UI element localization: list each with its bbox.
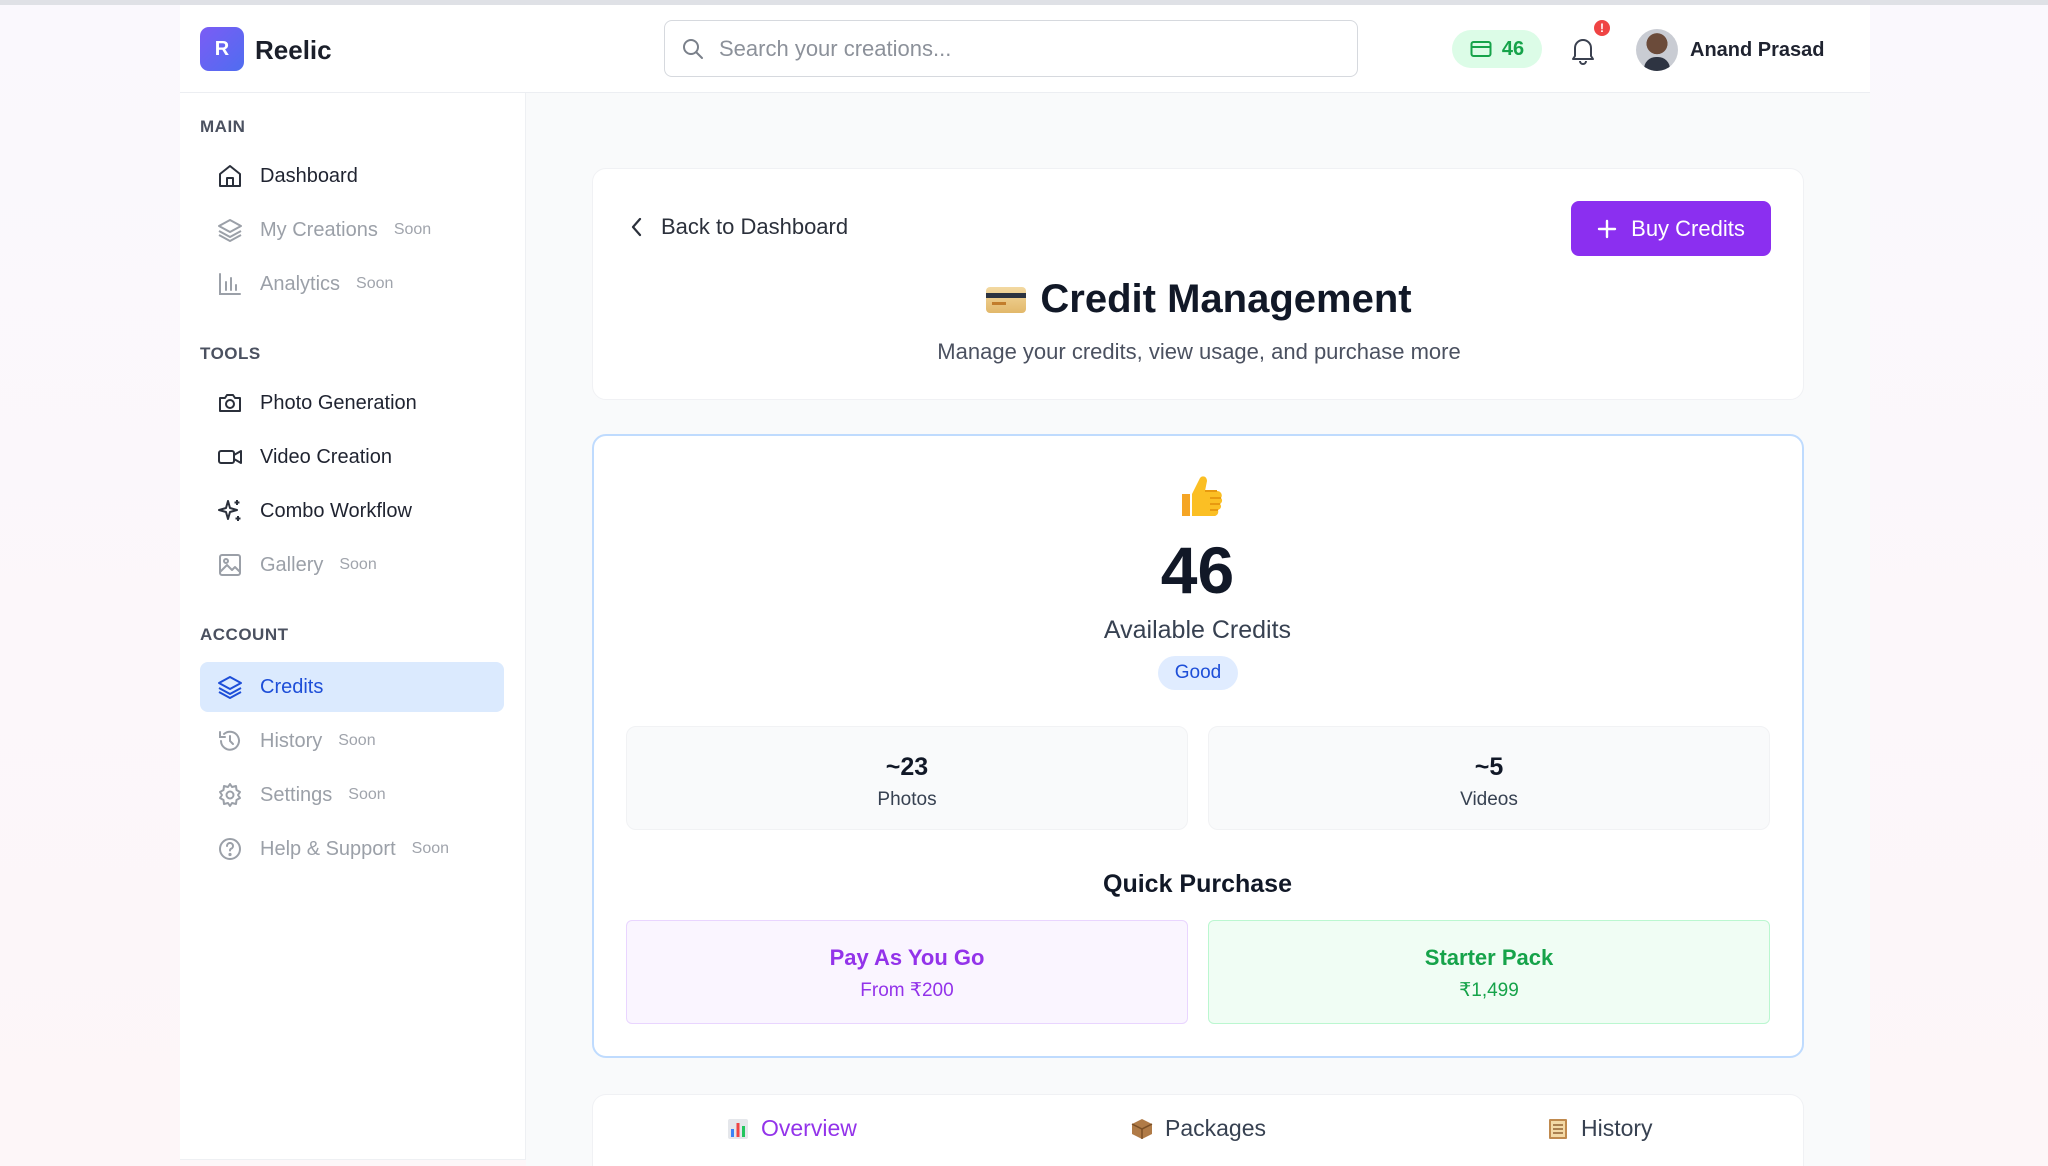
sidebar-item-label: Credits — [260, 675, 324, 698]
bar-chart-icon — [219, 273, 241, 295]
sidebar-item-label: My Creations — [260, 218, 378, 241]
top-header: R Reelic 46 ! Anand Prasad — [180, 5, 1870, 93]
sidebar-item-combo-workflow[interactable]: Combo Workflow — [200, 486, 504, 536]
credit-card-icon — [1470, 41, 1492, 57]
back-label: Back to Dashboard — [661, 214, 849, 239]
credits-balance-card: 46 Available Credits Good ~23 Photos ~5 … — [592, 434, 1804, 1058]
sidebar-item-video-creation[interactable]: Video Creation — [200, 432, 504, 482]
ledger-icon — [1549, 1118, 1567, 1139]
available-credits-label: Available Credits — [1103, 616, 1292, 644]
soon-tag: Soon — [338, 732, 376, 749]
option-price: From ₹200 — [860, 980, 954, 1001]
sidebar-item-label: Gallery — [260, 553, 324, 576]
credits-pill[interactable]: 46 — [1452, 30, 1542, 68]
avatar[interactable] — [1636, 29, 1678, 71]
pay-as-you-go-option[interactable]: Pay As You Go From ₹200 — [626, 920, 1188, 1024]
starter-pack-option[interactable]: Starter Pack ₹1,499 — [1208, 920, 1770, 1024]
tabs-bar: Overview Packages History — [592, 1094, 1804, 1166]
available-credits-value: 46 — [1160, 533, 1235, 607]
sidebar-item-help-support[interactable]: Help & Support Soon — [200, 824, 504, 874]
bar-chart-icon — [728, 1118, 748, 1139]
credit-card-icon — [986, 286, 1027, 313]
soon-tag: Soon — [356, 275, 394, 292]
history-icon — [219, 730, 240, 751]
quick-purchase-title: Quick Purchase — [1103, 870, 1292, 898]
sidebar-item-gallery[interactable]: Gallery Soon — [200, 540, 504, 590]
buy-credits-button[interactable]: Buy Credits — [1571, 201, 1771, 256]
photos-estimate-value: ~23 — [885, 753, 929, 781]
search-input[interactable] — [719, 33, 1339, 65]
tab-history[interactable]: History — [1547, 1115, 1653, 1142]
app-name[interactable]: Reelic — [255, 35, 332, 66]
sidebar-item-history[interactable]: History Soon — [200, 716, 504, 766]
bell-icon[interactable] — [1568, 34, 1598, 66]
plus-icon — [1597, 219, 1617, 238]
search-icon — [683, 39, 703, 59]
chevron-left-icon — [631, 217, 642, 237]
sidebar-item-label: Help & Support — [260, 837, 396, 860]
soon-tag: Soon — [411, 840, 450, 857]
sidebar-item-settings[interactable]: Settings Soon — [200, 770, 504, 820]
photos-estimate: ~23 Photos — [626, 726, 1188, 830]
sidebar-item-my-creations[interactable]: My Creations Soon — [200, 205, 504, 255]
photos-estimate-label: Photos — [877, 789, 937, 810]
option-title: Pay As You Go — [829, 945, 985, 970]
video-camera-icon — [218, 450, 242, 464]
sidebar-item-label: Photo Generation — [260, 391, 417, 414]
section-title-tools: TOOLS — [200, 344, 261, 363]
section-title-main: MAIN — [200, 117, 246, 136]
image-icon — [219, 554, 241, 576]
credits-count: 46 — [1501, 37, 1525, 60]
sidebar-item-credits[interactable]: Credits — [200, 662, 504, 712]
sidebar-item-analytics[interactable]: Analytics Soon — [200, 259, 504, 309]
sparkles-icon — [218, 500, 241, 521]
tab-label: Overview — [761, 1115, 857, 1141]
home-icon — [219, 165, 241, 187]
thumbs-up-icon — [1182, 476, 1223, 516]
option-title: Starter Pack — [1424, 945, 1554, 970]
notification-badge: ! — [1594, 20, 1610, 36]
section-title-account: ACCOUNT — [200, 625, 289, 644]
page-title: Credit Management — [593, 277, 1805, 322]
videos-estimate-label: Videos — [1460, 789, 1518, 810]
logo-icon[interactable]: R — [200, 27, 244, 71]
sidebar-item-label: Video Creation — [260, 445, 392, 468]
videos-estimate-value: ~5 — [1474, 753, 1504, 781]
layers-icon — [218, 219, 242, 242]
sidebar-item-dashboard[interactable]: Dashboard — [200, 151, 504, 201]
layers-icon — [218, 676, 242, 699]
gear-icon — [219, 783, 241, 807]
soon-tag: Soon — [348, 786, 386, 803]
help-circle-icon — [219, 838, 241, 860]
sidebar-item-label: History — [260, 729, 323, 752]
page-header-card: Back to Dashboard Buy Credits Credit Man… — [592, 168, 1804, 400]
sidebar-item-label: Combo Workflow — [260, 499, 412, 522]
search-bar — [664, 20, 1358, 77]
sidebar-item-label: Dashboard — [260, 164, 358, 187]
page-title-text: Credit Management — [1040, 277, 1412, 321]
package-icon — [1131, 1118, 1153, 1139]
tab-label: Packages — [1165, 1115, 1267, 1141]
tab-packages[interactable]: Packages — [1131, 1115, 1266, 1142]
tab-label: History — [1581, 1115, 1653, 1141]
tab-overview[interactable]: Overview — [727, 1115, 857, 1142]
camera-icon — [219, 394, 241, 412]
back-to-dashboard-link[interactable]: Back to Dashboard — [629, 214, 848, 240]
sidebar: MAIN Dashboard My Creations Soon Analyti… — [180, 93, 526, 1160]
buy-credits-label: Buy Credits — [1631, 215, 1745, 241]
sidebar-item-photo-generation[interactable]: Photo Generation — [200, 378, 504, 428]
soon-tag: Soon — [393, 221, 432, 238]
page-subtitle: Manage your credits, view usage, and pur… — [937, 339, 1461, 364]
sidebar-item-label: Settings — [260, 783, 333, 806]
videos-estimate: ~5 Videos — [1208, 726, 1770, 830]
status-badge: Good — [1158, 656, 1238, 690]
soon-tag: Soon — [339, 556, 377, 573]
option-price: ₹1,499 — [1459, 980, 1519, 1001]
sidebar-item-label: Analytics — [260, 272, 341, 295]
user-name[interactable]: Anand Prasad — [1690, 39, 1824, 62]
